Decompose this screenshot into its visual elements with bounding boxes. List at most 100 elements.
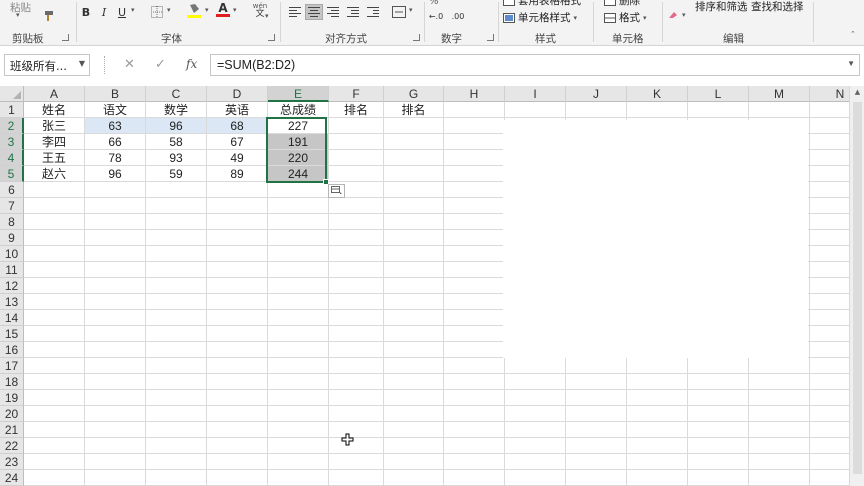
column-header[interactable]: K bbox=[627, 86, 688, 102]
header-cell[interactable]: 数学 bbox=[146, 102, 206, 117]
row-header[interactable]: 23 bbox=[0, 454, 24, 470]
header-cell[interactable]: 总成绩 bbox=[268, 102, 328, 117]
column-header[interactable]: L bbox=[688, 86, 749, 102]
column-header[interactable]: B bbox=[85, 86, 146, 102]
selection-range[interactable] bbox=[266, 117, 327, 183]
bold-button[interactable]: B bbox=[79, 4, 93, 20]
borders-dropdown-icon[interactable]: ▾ bbox=[167, 6, 171, 14]
data-cell[interactable]: 58 bbox=[146, 134, 206, 149]
clear-button[interactable]: ▾ bbox=[667, 10, 686, 20]
row-header[interactable]: 19 bbox=[0, 390, 24, 406]
row-header[interactable]: 18 bbox=[0, 374, 24, 390]
column-header[interactable]: G bbox=[384, 86, 444, 102]
decrease-decimal-icon[interactable]: .00 bbox=[449, 8, 467, 24]
paste-dropdown-icon[interactable]: ▾ bbox=[16, 11, 20, 19]
row-header[interactable]: 5 bbox=[0, 166, 24, 182]
row-header[interactable]: 9 bbox=[0, 230, 24, 246]
row-header[interactable]: 13 bbox=[0, 294, 24, 310]
data-cell[interactable]: 67 bbox=[207, 134, 267, 149]
merge-center-icon[interactable] bbox=[391, 4, 407, 20]
row-header[interactable]: 3 bbox=[0, 134, 24, 150]
header-cell[interactable]: 排名 bbox=[384, 102, 443, 117]
expand-formula-icon[interactable]: ▼ bbox=[847, 59, 855, 68]
italic-button[interactable]: I bbox=[97, 4, 111, 20]
data-cell[interactable]: 78 bbox=[85, 150, 145, 165]
align-left-icon[interactable] bbox=[287, 4, 303, 20]
header-cell[interactable]: 姓名 bbox=[24, 102, 84, 117]
row-header[interactable]: 12 bbox=[0, 278, 24, 294]
row-header[interactable]: 1 bbox=[0, 102, 24, 118]
data-cell[interactable]: 王五 bbox=[24, 150, 84, 165]
name-box-dropdown-icon[interactable]: ▼ bbox=[79, 59, 85, 68]
row-header[interactable]: 7 bbox=[0, 198, 24, 214]
column-header[interactable]: H bbox=[444, 86, 505, 102]
column-header[interactable]: J bbox=[566, 86, 627, 102]
row-header[interactable]: 21 bbox=[0, 422, 24, 438]
row-header[interactable]: 8 bbox=[0, 214, 24, 230]
data-cell[interactable]: 63 bbox=[85, 118, 145, 133]
increase-indent-icon[interactable] bbox=[365, 4, 381, 20]
header-cell[interactable]: 排名 bbox=[329, 102, 383, 117]
format-painter-icon[interactable] bbox=[40, 8, 58, 24]
row-header[interactable]: 11 bbox=[0, 262, 24, 278]
column-header[interactable]: F bbox=[329, 86, 384, 102]
row-header[interactable]: 24 bbox=[0, 470, 24, 486]
format-button[interactable]: 格式 ▾ bbox=[604, 10, 647, 25]
insert-function-icon[interactable]: fx bbox=[186, 57, 197, 71]
data-cell[interactable]: 89 bbox=[207, 166, 267, 181]
data-cell[interactable]: 93 bbox=[146, 150, 206, 165]
vertical-scrollbar[interactable]: ▲ bbox=[849, 86, 864, 486]
font-launcher-icon[interactable] bbox=[268, 34, 275, 41]
column-header[interactable]: A bbox=[24, 86, 85, 102]
collapse-ribbon-icon[interactable]: ⌃ bbox=[850, 30, 856, 38]
table-format-button[interactable]: 套用表格格式 bbox=[503, 0, 581, 8]
sort-filter-button[interactable]: 排序和筛选 bbox=[695, 0, 748, 14]
row-header[interactable]: 10 bbox=[0, 246, 24, 262]
data-cell[interactable]: 49 bbox=[207, 150, 267, 165]
paste-button[interactable]: 粘贴 bbox=[10, 0, 31, 15]
confirm-icon[interactable]: ✓ bbox=[155, 57, 166, 72]
font-color-dropdown-icon[interactable]: ▾ bbox=[233, 6, 237, 14]
fill-color-dropdown-icon[interactable]: ▾ bbox=[205, 6, 209, 14]
data-cell[interactable]: 96 bbox=[85, 166, 145, 181]
clipboard-launcher-icon[interactable] bbox=[62, 34, 69, 41]
row-header[interactable]: 6 bbox=[0, 182, 24, 198]
formula-input[interactable]: =SUM(B2:D2) ▼ bbox=[210, 54, 860, 76]
font-color-button[interactable]: A bbox=[215, 2, 231, 18]
underline-dropdown-icon[interactable]: ▾ bbox=[131, 6, 135, 14]
data-cell[interactable]: 赵六 bbox=[24, 166, 84, 181]
underline-button[interactable]: U bbox=[115, 4, 129, 20]
row-header[interactable]: 17 bbox=[0, 358, 24, 374]
align-center-icon[interactable] bbox=[305, 4, 323, 20]
name-box[interactable]: 班级所有... ▼ bbox=[4, 54, 90, 76]
quick-analysis-icon[interactable] bbox=[328, 184, 345, 198]
row-header[interactable]: 16 bbox=[0, 342, 24, 358]
row-header[interactable]: 15 bbox=[0, 326, 24, 342]
data-cell[interactable]: 66 bbox=[85, 134, 145, 149]
row-header[interactable]: 22 bbox=[0, 438, 24, 454]
merge-dropdown-icon[interactable]: ▾ bbox=[409, 6, 413, 14]
alignment-launcher-icon[interactable] bbox=[413, 34, 420, 41]
find-select-button[interactable]: 查找和选择 bbox=[751, 0, 804, 14]
cell-styles-button[interactable]: 单元格样式 ▾ bbox=[503, 10, 577, 25]
header-cell[interactable]: 英语 bbox=[207, 102, 267, 117]
borders-icon[interactable] bbox=[149, 4, 165, 20]
scroll-up-icon[interactable]: ▲ bbox=[850, 88, 864, 100]
header-cell[interactable]: 语文 bbox=[85, 102, 145, 117]
column-header[interactable]: D bbox=[207, 86, 268, 102]
data-cell[interactable]: 96 bbox=[146, 118, 206, 133]
phonetic-dropdown-icon[interactable]: ▾ bbox=[265, 12, 269, 20]
data-cell[interactable]: 李四 bbox=[24, 134, 84, 149]
decrease-indent-icon[interactable] bbox=[345, 4, 361, 20]
column-header[interactable]: E bbox=[268, 86, 329, 102]
number-launcher-icon[interactable] bbox=[487, 34, 494, 41]
align-right-icon[interactable] bbox=[325, 4, 341, 20]
fill-color-icon[interactable] bbox=[185, 2, 203, 18]
column-header[interactable]: C bbox=[146, 86, 207, 102]
row-header[interactable]: 20 bbox=[0, 406, 24, 422]
column-header[interactable]: M bbox=[749, 86, 810, 102]
data-cell[interactable]: 68 bbox=[207, 118, 267, 133]
select-all-corner[interactable] bbox=[0, 86, 24, 102]
data-cell[interactable]: 张三 bbox=[24, 118, 84, 133]
column-header[interactable]: I bbox=[505, 86, 566, 102]
